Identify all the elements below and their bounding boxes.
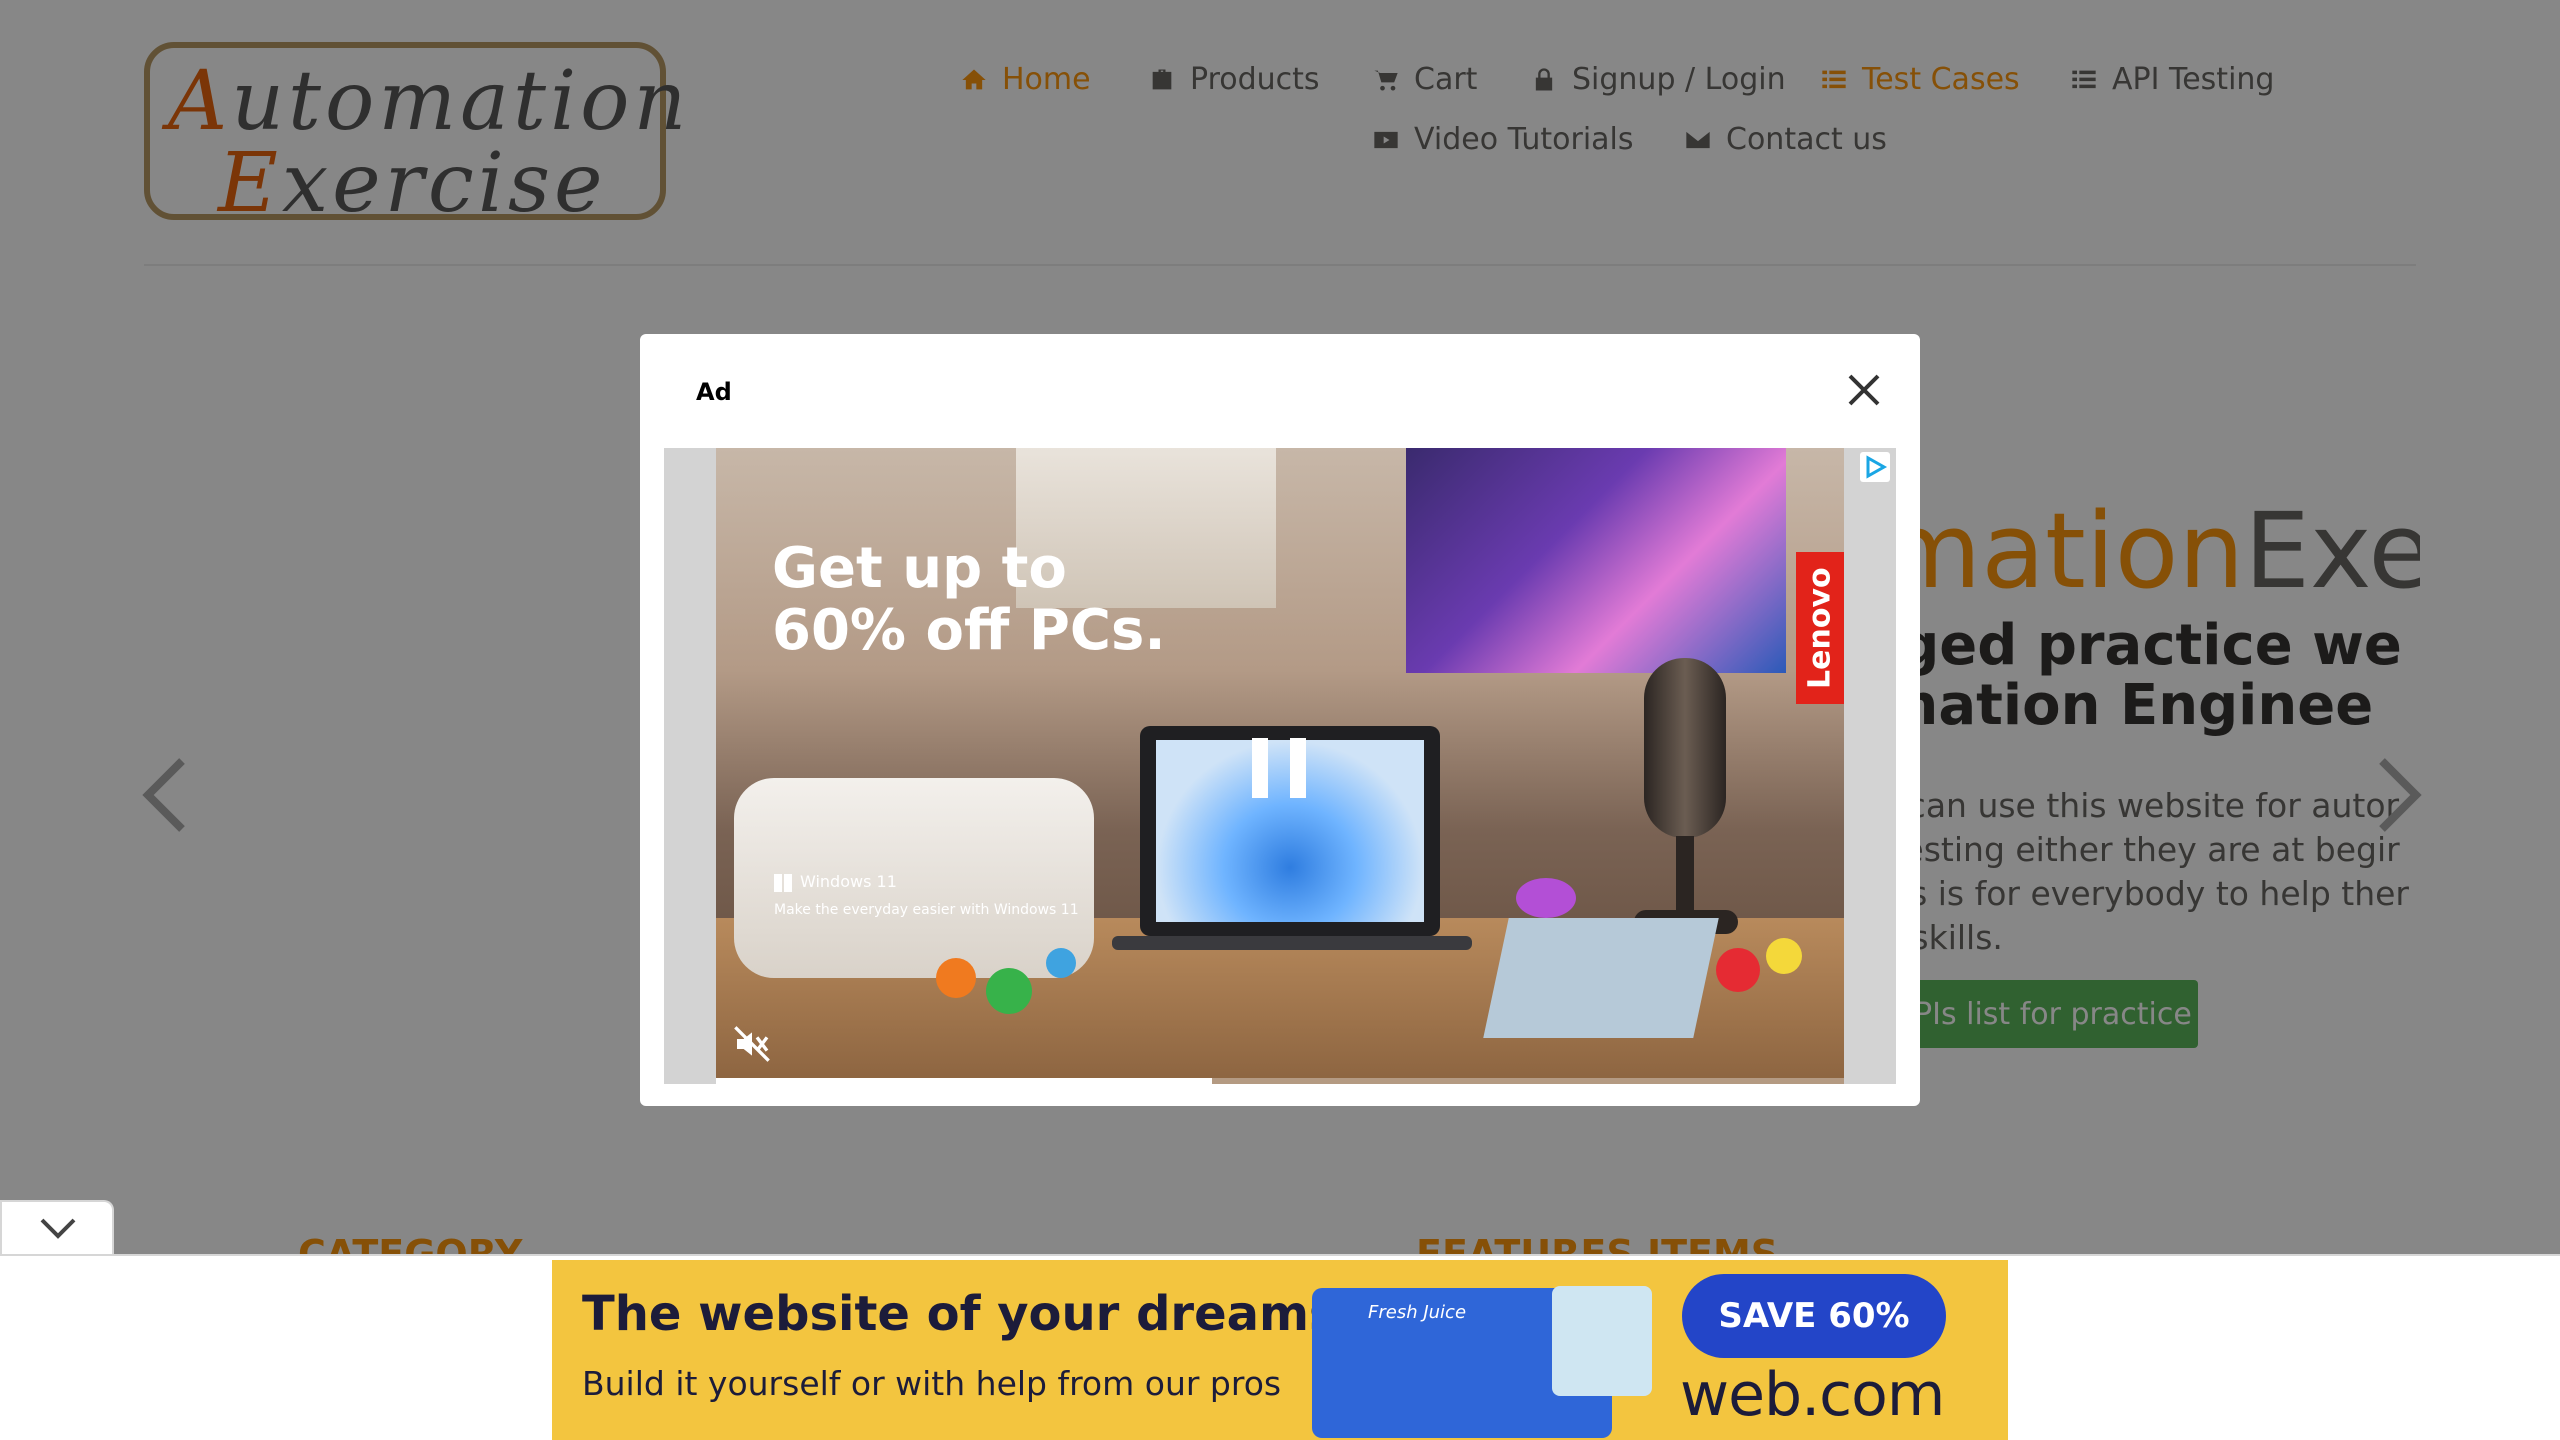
video-mic-stand	[1676, 836, 1694, 916]
adchoices-icon[interactable]	[1860, 452, 1890, 482]
windows-sublabel: Make the everyday easier with Windows 11	[774, 902, 1079, 918]
ad-label: Ad	[696, 378, 732, 406]
video-progress-bar[interactable]	[716, 1078, 1844, 1084]
ad-modal: Ad Lenovo Get up to 60% off PCs. Windows…	[640, 334, 1920, 1106]
video-microphone	[1644, 658, 1726, 838]
video-poster-bg	[1406, 448, 1786, 673]
banner-collapse-button[interactable]	[0, 1200, 114, 1254]
video-ball	[986, 968, 1032, 1014]
ad-video[interactable]: Lenovo Get up to 60% off PCs. Windows 11…	[716, 448, 1844, 1084]
video-ball	[1516, 878, 1576, 918]
windows-logo-icon	[774, 873, 792, 892]
chevron-down-icon	[40, 1218, 76, 1239]
close-icon[interactable]	[1844, 370, 1884, 410]
pause-icon[interactable]	[1252, 738, 1308, 798]
video-notebook	[1483, 918, 1719, 1038]
windows-label: Windows 11	[774, 872, 897, 892]
mute-icon[interactable]	[732, 1024, 772, 1064]
video-laptop-base	[1112, 936, 1472, 950]
ad-frame[interactable]: Lenovo Get up to 60% off PCs. Windows 11…	[664, 448, 1896, 1084]
banner-mock-label: Fresh Juice	[1368, 1302, 1467, 1323]
video-ball	[1046, 948, 1076, 978]
brand-logo: Lenovo	[1796, 552, 1844, 704]
video-progress-fill	[716, 1078, 1213, 1084]
video-ball	[1766, 938, 1802, 974]
banner-subline: Build it yourself or with help from our …	[582, 1364, 1282, 1403]
banner-person-image	[1552, 1286, 1652, 1396]
video-headline: Get up to 60% off PCs.	[772, 536, 1166, 663]
video-ball	[1716, 948, 1760, 992]
banner-headline: The website of your dreams	[582, 1286, 1338, 1342]
banner-brand: web.com	[1680, 1360, 1945, 1430]
banner-cta-button[interactable]: SAVE 60%	[1682, 1274, 1946, 1358]
bottom-banner-ad[interactable]: The website of your dreams Build it your…	[552, 1260, 2008, 1440]
video-ball	[936, 958, 976, 998]
